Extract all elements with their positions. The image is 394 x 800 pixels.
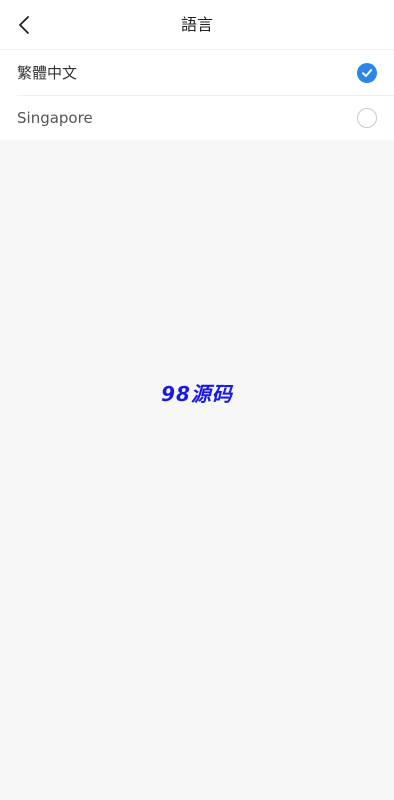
language-option-traditional-chinese[interactable]: 繁體中文	[0, 50, 394, 95]
language-label: Singapore	[17, 108, 93, 127]
language-option-singapore[interactable]: Singapore	[0, 95, 394, 140]
language-label: 繁體中文	[17, 64, 78, 82]
page-title: 語言	[180, 15, 213, 34]
language-list: 繁體中文 Singapore	[0, 50, 394, 140]
watermark-text: 98源码	[161, 382, 233, 406]
check-circle-icon[interactable]	[357, 62, 377, 83]
top-nav-bar: 語言	[0, 0, 394, 50]
empty-circle-icon[interactable]	[357, 107, 377, 128]
